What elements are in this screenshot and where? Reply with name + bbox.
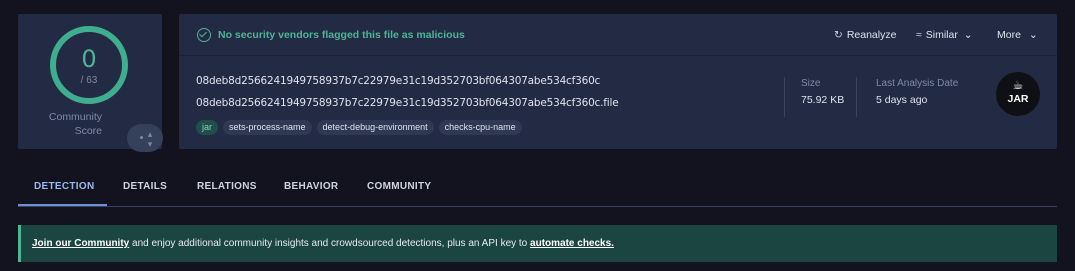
tab-detection[interactable]: DETECTION: [34, 181, 94, 192]
automate-checks-link[interactable]: automate checks.: [530, 238, 614, 249]
divider: [784, 77, 785, 117]
file-type-badge: ☕ JAR: [996, 72, 1040, 116]
tag-checks-cpu-name[interactable]: checks-cpu-name: [438, 120, 522, 135]
status-header: No security vendors flagged this file as…: [179, 14, 1057, 56]
divider: [856, 77, 857, 117]
size-value: 75.92 KB: [801, 94, 845, 106]
last-analysis-label: Last Analysis Date: [876, 78, 959, 89]
more-button[interactable]: More ⌄: [997, 29, 1038, 41]
report-tabs: DETECTION DETAILS RELATIONS BEHAVIOR COM…: [18, 170, 1057, 207]
last-analysis-value: 5 days ago: [876, 94, 928, 106]
vote-arrows-icon: ▴▾: [146, 130, 156, 150]
refresh-icon: ↻: [834, 29, 843, 41]
tag-jar[interactable]: jar: [196, 120, 219, 135]
detection-count: 0: [81, 45, 97, 73]
community-score-dot: [140, 136, 143, 139]
tag-sets-process-name[interactable]: sets-process-name: [223, 120, 312, 135]
file-name: 08deb8d2566241949758937b7c22979e31c19d35…: [196, 97, 619, 109]
tab-behavior[interactable]: BEHAVIOR: [284, 181, 338, 192]
tab-community[interactable]: COMMUNITY: [367, 181, 431, 192]
join-community-link[interactable]: Join our Community: [32, 238, 129, 249]
similar-button[interactable]: ≈ Similar ⌄: [916, 29, 973, 41]
check-circle-icon: [197, 28, 211, 42]
tag-detect-debug-environment[interactable]: detect-debug-environment: [316, 120, 434, 135]
file-type-label: JAR: [1007, 93, 1029, 105]
file-info-card: No security vendors flagged this file as…: [179, 14, 1057, 149]
tab-details[interactable]: DETAILS: [123, 181, 167, 192]
tab-relations[interactable]: RELATIONS: [197, 181, 257, 192]
active-tab-indicator: [18, 204, 107, 206]
detection-score-card: 0 / 63 Community Score ▴▾: [18, 14, 163, 152]
status-message: No security vendors flagged this file as…: [218, 29, 465, 41]
reanalyze-button[interactable]: ↻ Reanalyze: [834, 29, 896, 41]
size-label: Size: [801, 78, 821, 89]
chevron-down-icon: ⌄: [1028, 29, 1038, 41]
community-score-label: Community Score: [48, 111, 102, 137]
banner-message: Join our Community and enjoy additional …: [32, 238, 614, 249]
community-banner: Join our Community and enjoy additional …: [18, 225, 1057, 262]
detection-score-ring: 0 / 63: [50, 26, 128, 104]
community-score-vote-button[interactable]: ▴▾: [127, 124, 163, 152]
java-cup-icon: ☕: [1012, 78, 1024, 92]
file-sha256[interactable]: 08deb8d2566241949758937b7c22979e31c19d35…: [196, 75, 600, 87]
similar-icon: ≈: [916, 29, 922, 41]
detection-total: / 63: [80, 75, 98, 86]
chevron-down-icon: ⌄: [963, 29, 973, 41]
file-tags: jar sets-process-name detect-debug-envir…: [196, 120, 522, 135]
